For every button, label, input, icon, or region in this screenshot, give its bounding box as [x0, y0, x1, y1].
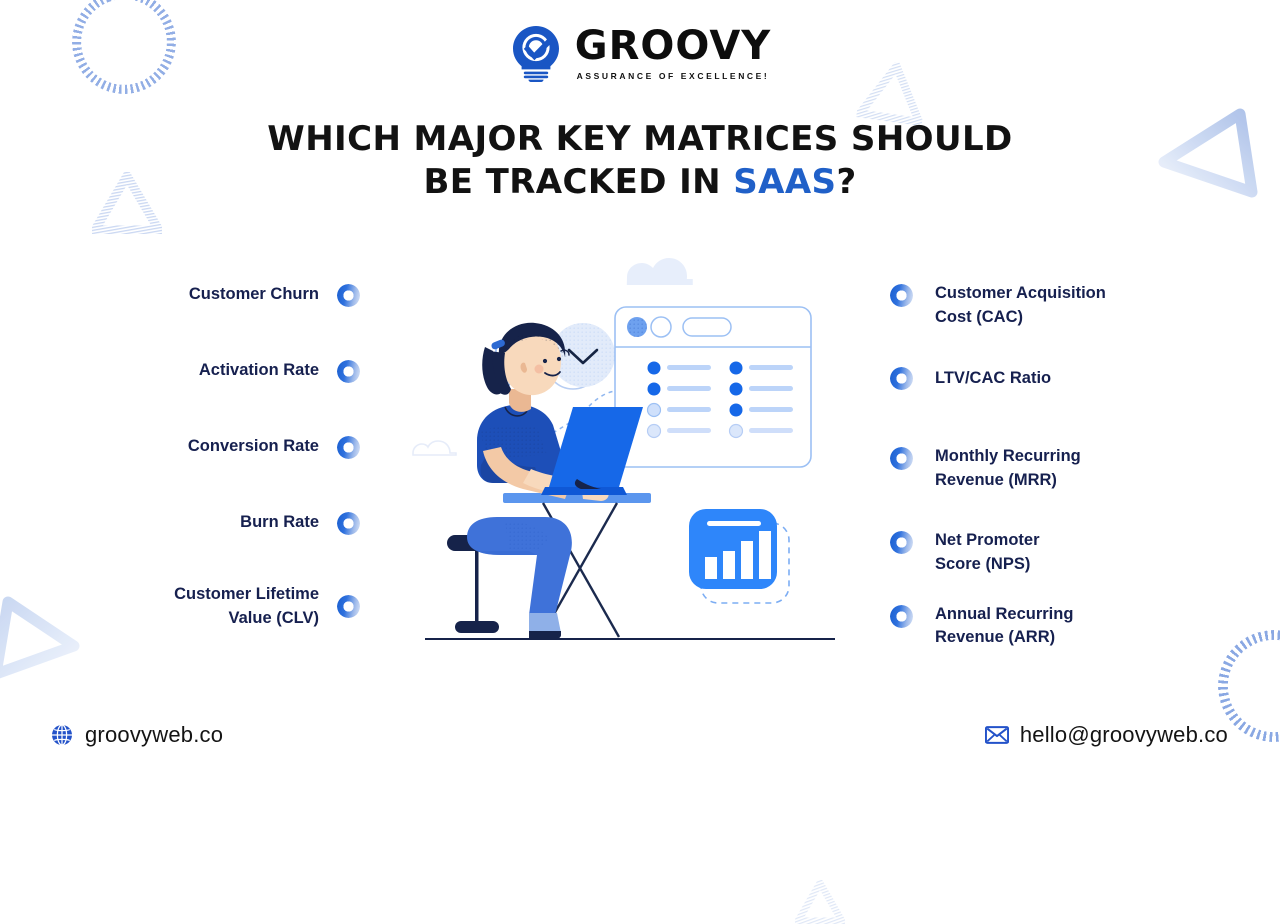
title-line-1: WHICH MAJOR KEY MATRICES SHOULD: [267, 119, 1013, 159]
metric-item-monthly-recurring-revenue[interactable]: Monthly Recurring Revenue (MRR): [890, 445, 1220, 493]
metrics-column-right: Customer Acquisition Cost (CAC) LTV/CAC …: [890, 282, 1220, 650]
metric-item-net-promoter-score[interactable]: Net Promoter Score (NPS): [890, 529, 1220, 577]
bar-chart-icon: [689, 509, 790, 604]
bullet-ring-icon: [890, 446, 913, 470]
bullet-ring-icon: [890, 530, 913, 554]
cloud-top: [626, 258, 693, 285]
metric-label: Customer Churn: [188, 285, 319, 304]
lightbulb-check-icon: [512, 26, 559, 82]
metric-label: Customer Lifetime Value (CLV): [174, 585, 319, 627]
hero-illustration: [405, 255, 855, 655]
page-title: WHICH MAJOR KEY MATRICES SHOULD BE TRACK…: [0, 118, 1280, 204]
bullet-ring-icon: [890, 284, 913, 307]
footer-email[interactable]: hello@groovyweb.co: [984, 722, 1228, 748]
metric-item-customer-churn[interactable]: Customer Churn: [60, 282, 360, 308]
globe-icon: [52, 724, 72, 746]
metric-label: Customer Acquisition Cost (CAC): [935, 284, 1106, 326]
metric-label: Monthly Recurring Revenue (MRR): [935, 446, 1081, 489]
metric-item-customer-acquisition-cost[interactable]: Customer Acquisition Cost (CAC): [890, 282, 1220, 330]
metric-item-burn-rate[interactable]: Burn Rate: [60, 510, 360, 536]
brand-wordmark: GROOVY: [574, 22, 772, 69]
metric-label: Activation Rate: [198, 361, 319, 380]
bullet-ring-icon: [890, 367, 913, 391]
bullet-ring-icon: [890, 604, 913, 628]
metric-item-conversion-rate[interactable]: Conversion Rate: [60, 434, 360, 460]
metric-item-ltv-cac-ratio[interactable]: LTV/CAC Ratio: [890, 366, 1220, 392]
metric-label: Conversion Rate: [187, 437, 319, 456]
bullet-ring-icon: [337, 435, 360, 459]
bullet-ring-icon: [337, 283, 360, 307]
metric-label: Net Promoter Score (NPS): [935, 530, 1040, 573]
bullet-ring-icon: [337, 359, 360, 383]
title-line-2-suffix: ?: [836, 161, 857, 202]
title-line-2-prefix: BE TRACKED IN: [423, 161, 734, 202]
brand-logo: GROOVY ASSURANCE OF EXCELLENCE!: [0, 24, 1280, 82]
decorative-striped-triangle-bottom-middle: [795, 880, 845, 924]
brand-tagline: ASSURANCE OF EXCELLENCE!: [576, 70, 770, 81]
metric-item-annual-recurring-revenue[interactable]: Annual Recurring Revenue (ARR): [890, 603, 1220, 651]
metric-item-customer-lifetime-value[interactable]: Customer Lifetime Value (CLV): [60, 583, 360, 631]
bullet-ring-icon: [337, 511, 360, 535]
metrics-column-left: Customer Churn Activation Rate Conversio…: [60, 282, 360, 631]
browser-window-graphic: [614, 306, 812, 468]
illustration-woman-at-laptop: [412, 258, 835, 640]
metric-label: Burn Rate: [240, 513, 319, 532]
footer-email-text: hello@groovyweb.co: [1019, 722, 1228, 747]
metric-label: LTV/CAC Ratio: [935, 368, 1052, 387]
footer-website[interactable]: groovyweb.co: [50, 722, 223, 748]
title-accent-saas: SAAS: [733, 161, 837, 202]
footer-website-text: groovyweb.co: [85, 722, 224, 747]
metric-label: Annual Recurring Revenue (ARR): [935, 604, 1074, 647]
envelope-icon: [984, 726, 1009, 744]
cloud-left: [412, 440, 457, 456]
metric-item-activation-rate[interactable]: Activation Rate: [60, 358, 360, 384]
bullet-ring-icon: [337, 595, 360, 619]
